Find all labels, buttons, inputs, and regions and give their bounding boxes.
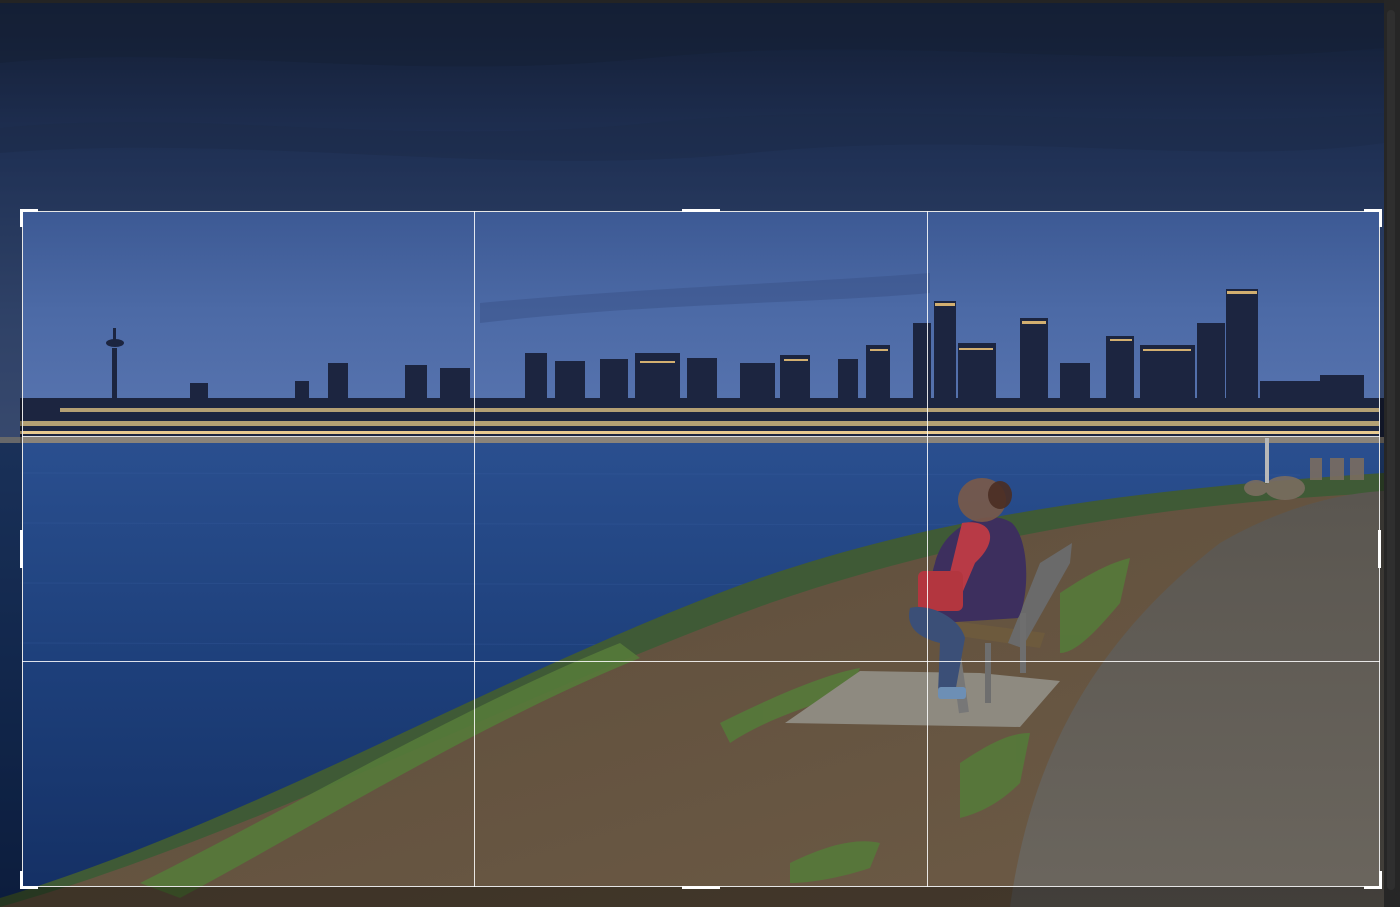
crop-handle-top-right[interactable]: [1364, 209, 1382, 227]
crop-handle-right[interactable]: [1378, 530, 1381, 568]
crop-handle-bottom[interactable]: [682, 886, 720, 889]
crop-handle-top[interactable]: [682, 209, 720, 212]
crop-handle-left[interactable]: [20, 530, 23, 568]
scrollbar-thumb[interactable]: [1387, 10, 1395, 890]
crop-handle-bottom-right[interactable]: [1364, 871, 1382, 889]
third-line-horizontal-2: [22, 661, 1380, 662]
crop-shade-top: [0, 0, 1384, 211]
crop-handle-top-left[interactable]: [20, 209, 38, 227]
crop-shade-bottom: [22, 887, 1380, 907]
crop-canvas[interactable]: [0, 0, 1400, 907]
third-line-horizontal-1: [22, 436, 1380, 437]
third-line-vertical-2: [927, 211, 928, 887]
crop-box[interactable]: [22, 211, 1380, 887]
crop-shade-left: [0, 211, 22, 907]
crop-handle-bottom-left[interactable]: [20, 871, 38, 889]
third-line-vertical-1: [474, 211, 475, 887]
